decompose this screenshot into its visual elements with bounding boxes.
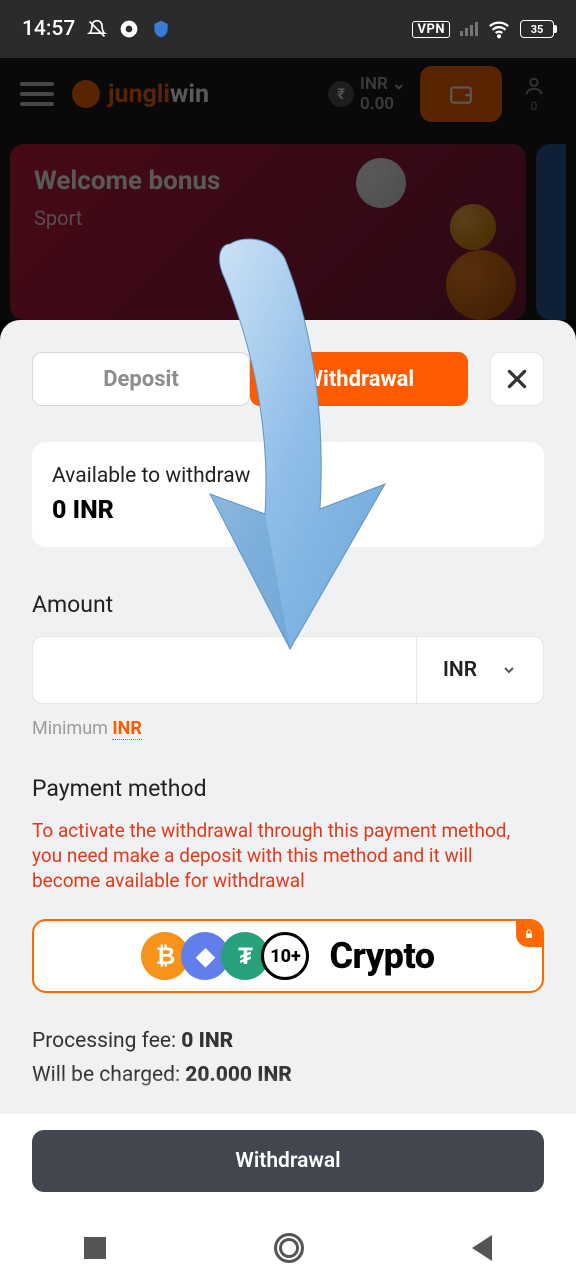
- payment-warning: To activate the withdrawal through this …: [32, 818, 544, 893]
- logo-text-1: jungli: [108, 80, 170, 109]
- amount-input[interactable]: [32, 636, 416, 704]
- lock-icon: [516, 921, 542, 947]
- currency-select[interactable]: INR: [416, 636, 544, 704]
- profile-button[interactable]: 0: [512, 66, 556, 122]
- crypto-icons: ₿ ◆ ₮ 10+: [141, 932, 309, 980]
- tab-group: Deposit Withdrawal: [32, 352, 468, 406]
- nav-recent-icon[interactable]: [84, 1237, 106, 1259]
- rupee-icon: ₹: [328, 81, 354, 107]
- tab-deposit[interactable]: Deposit: [32, 352, 250, 406]
- logo-text-2: win: [170, 80, 209, 109]
- balance-display[interactable]: ₹ INR⌄ 0.00: [328, 74, 406, 114]
- amount-label: Amount: [32, 591, 544, 618]
- logo[interactable]: jungliwin: [72, 80, 209, 109]
- banner-area: Welcome bonus Sport: [0, 130, 576, 320]
- chevron-down-icon: [501, 662, 517, 678]
- minimum-hint: Minimum INR: [32, 718, 544, 739]
- app-header: jungliwin ₹ INR⌄ 0.00 0: [0, 58, 576, 130]
- payment-method-crypto[interactable]: ₿ ◆ ₮ 10+ Crypto: [32, 919, 544, 993]
- next-banner-edge[interactable]: [536, 144, 566, 320]
- menu-icon[interactable]: [20, 82, 54, 106]
- shield-icon: [151, 19, 171, 39]
- signal-icon: [460, 22, 478, 36]
- payment-method-label: Payment method: [32, 775, 544, 802]
- status-bar: 14:57 VPN 35: [0, 0, 576, 58]
- available-value: 0 INR: [52, 496, 524, 525]
- more-coins-badge: 10+: [261, 932, 309, 980]
- android-navbar: [0, 1216, 576, 1280]
- charge-amount: Will be charged: 20.000 INR: [32, 1063, 544, 1087]
- withdrawal-sheet: Deposit Withdrawal Available to withdraw…: [0, 320, 576, 1216]
- nav-back-icon[interactable]: [472, 1235, 492, 1261]
- tab-withdrawal[interactable]: Withdrawal: [250, 352, 468, 406]
- vpn-indicator: VPN: [412, 21, 450, 38]
- wifi-icon: [488, 18, 510, 40]
- nav-home-icon[interactable]: [274, 1233, 304, 1263]
- withdrawal-button[interactable]: Withdrawal: [32, 1130, 544, 1192]
- chrome-icon: [119, 19, 139, 39]
- welcome-banner[interactable]: Welcome bonus Sport: [10, 144, 526, 320]
- available-card: Available to withdraw 0 INR: [32, 442, 544, 547]
- battery-icon: 35: [520, 20, 554, 38]
- status-time: 14:57: [22, 17, 75, 41]
- processing-fee: Processing fee: 0 INR: [32, 1029, 544, 1053]
- minimum-currency: INR: [112, 718, 142, 740]
- mute-icon: [87, 19, 107, 39]
- crypto-label: Crypto: [329, 935, 434, 977]
- chevron-down-icon: ⌄: [392, 74, 406, 94]
- wallet-button[interactable]: [420, 66, 502, 122]
- available-label: Available to withdraw: [52, 464, 524, 488]
- close-button[interactable]: [490, 352, 544, 406]
